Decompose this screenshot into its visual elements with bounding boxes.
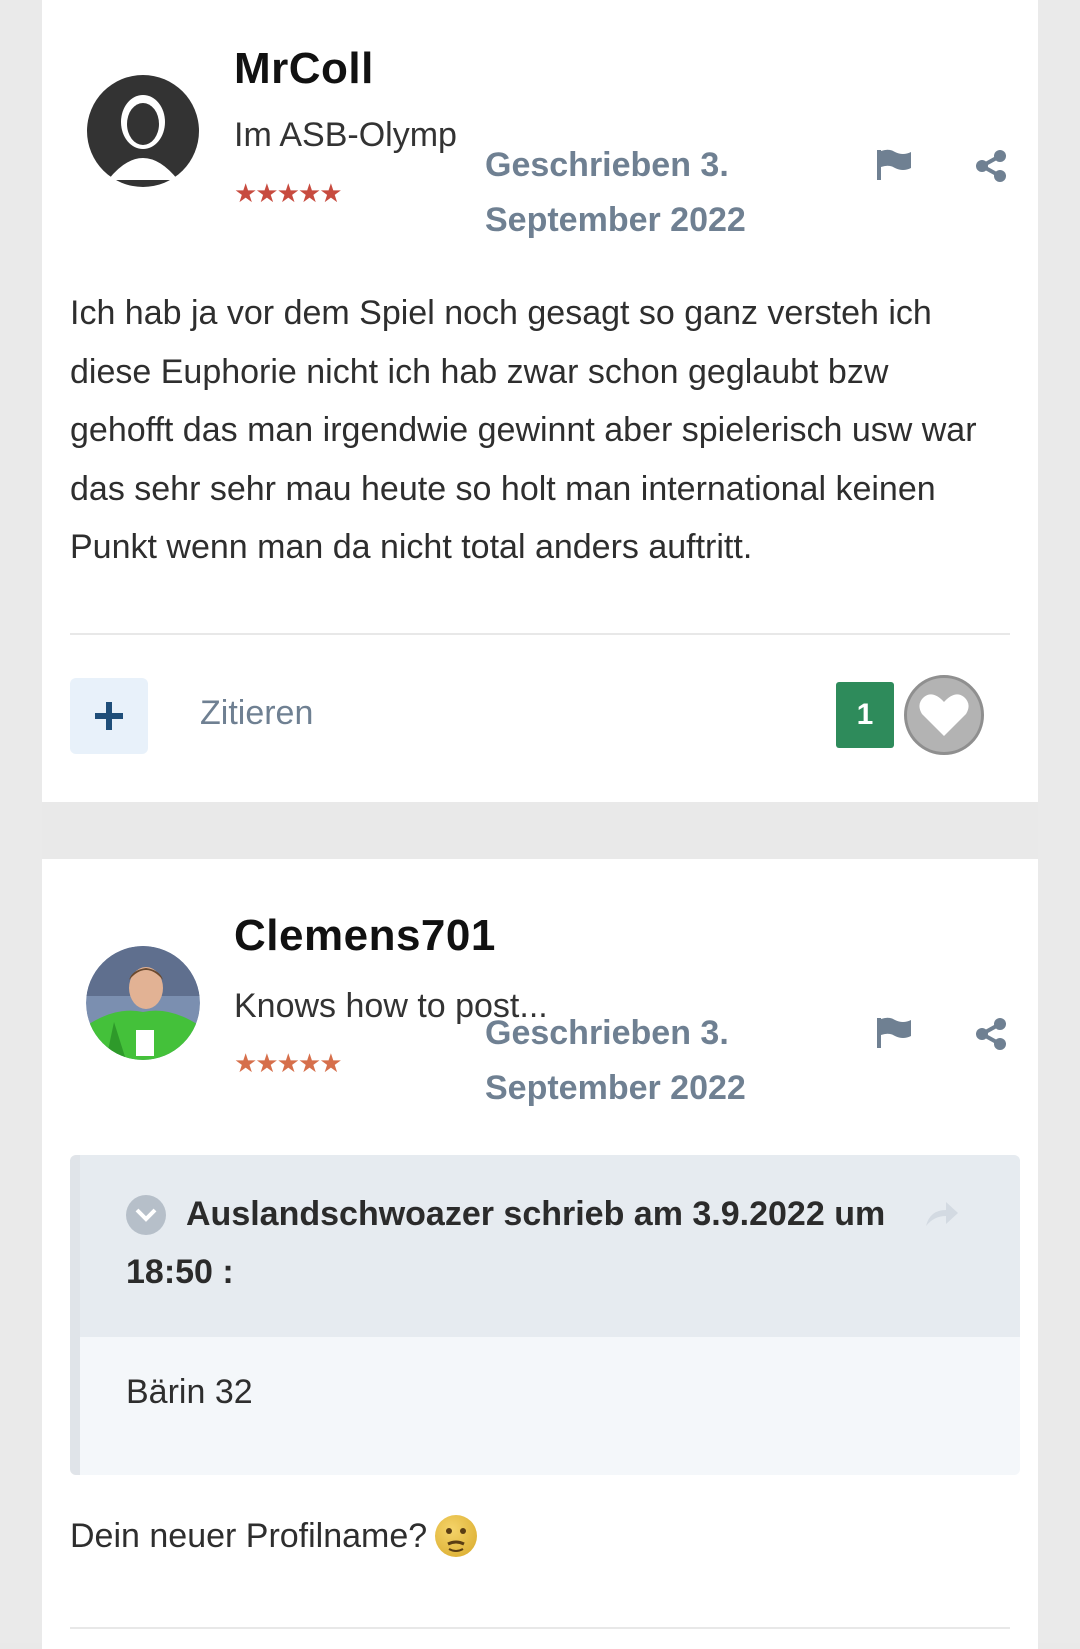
report-button[interactable] (874, 1012, 914, 1052)
quote-block: Auslandschwoazer schrieb am 3.9.2022 um … (70, 1155, 1020, 1475)
share-button[interactable] (971, 1014, 1011, 1054)
forum-post: Clemens701 Knows how to post... ★★★★★ Ge… (42, 859, 1038, 1649)
avatar[interactable] (86, 74, 200, 188)
post-date[interactable]: Geschrieben 3. September 2022 (485, 1006, 785, 1116)
quote-citation[interactable]: Auslandschwoazer schrieb am 3.9.2022 um … (126, 1185, 906, 1301)
quote-button[interactable]: Zitieren (200, 694, 313, 733)
avatar[interactable] (86, 946, 200, 1060)
page-gutter-right (1038, 0, 1080, 1643)
heart-icon (919, 694, 969, 736)
thinking-face-icon (435, 1515, 478, 1557)
share-icon (976, 150, 1006, 182)
author-name[interactable]: MrColl (234, 44, 374, 94)
report-button[interactable] (874, 144, 914, 184)
rank-stars: ★★★★★ (234, 1048, 343, 1078)
forum-post: MrColl Im ASB-Olymp ★★★★★ Geschrieben 3.… (42, 0, 1038, 802)
default-user-icon (87, 75, 199, 187)
quote-content: Bärin 32 (126, 1373, 253, 1411)
react-button[interactable] (904, 675, 984, 755)
page-gutter-left (0, 0, 42, 1643)
flag-icon (877, 149, 911, 180)
multiquote-button[interactable] (70, 678, 148, 754)
author-rank: Im ASB-Olymp (234, 116, 457, 154)
post-content: Dein neuer Profilname? (70, 1515, 478, 1557)
quote-goto-button[interactable] (922, 1199, 962, 1229)
rank-stars: ★★★★★ (234, 178, 343, 208)
share-button[interactable] (971, 146, 1011, 186)
divider (70, 633, 1010, 635)
post-date[interactable]: Geschrieben 3. September 2022 (485, 138, 785, 248)
flag-icon (877, 1017, 911, 1048)
post-text: Dein neuer Profilname? (70, 1516, 428, 1555)
plus-icon (95, 702, 123, 730)
share-arrow-icon (926, 1202, 958, 1226)
divider (70, 1627, 1010, 1629)
user-photo-icon (86, 946, 200, 1060)
post-content: Ich hab ja vor dem Spiel noch gesagt so … (70, 294, 977, 566)
author-name[interactable]: Clemens701 (234, 911, 496, 961)
reaction-count-badge[interactable]: 1 (836, 682, 894, 748)
share-icon (976, 1018, 1006, 1050)
